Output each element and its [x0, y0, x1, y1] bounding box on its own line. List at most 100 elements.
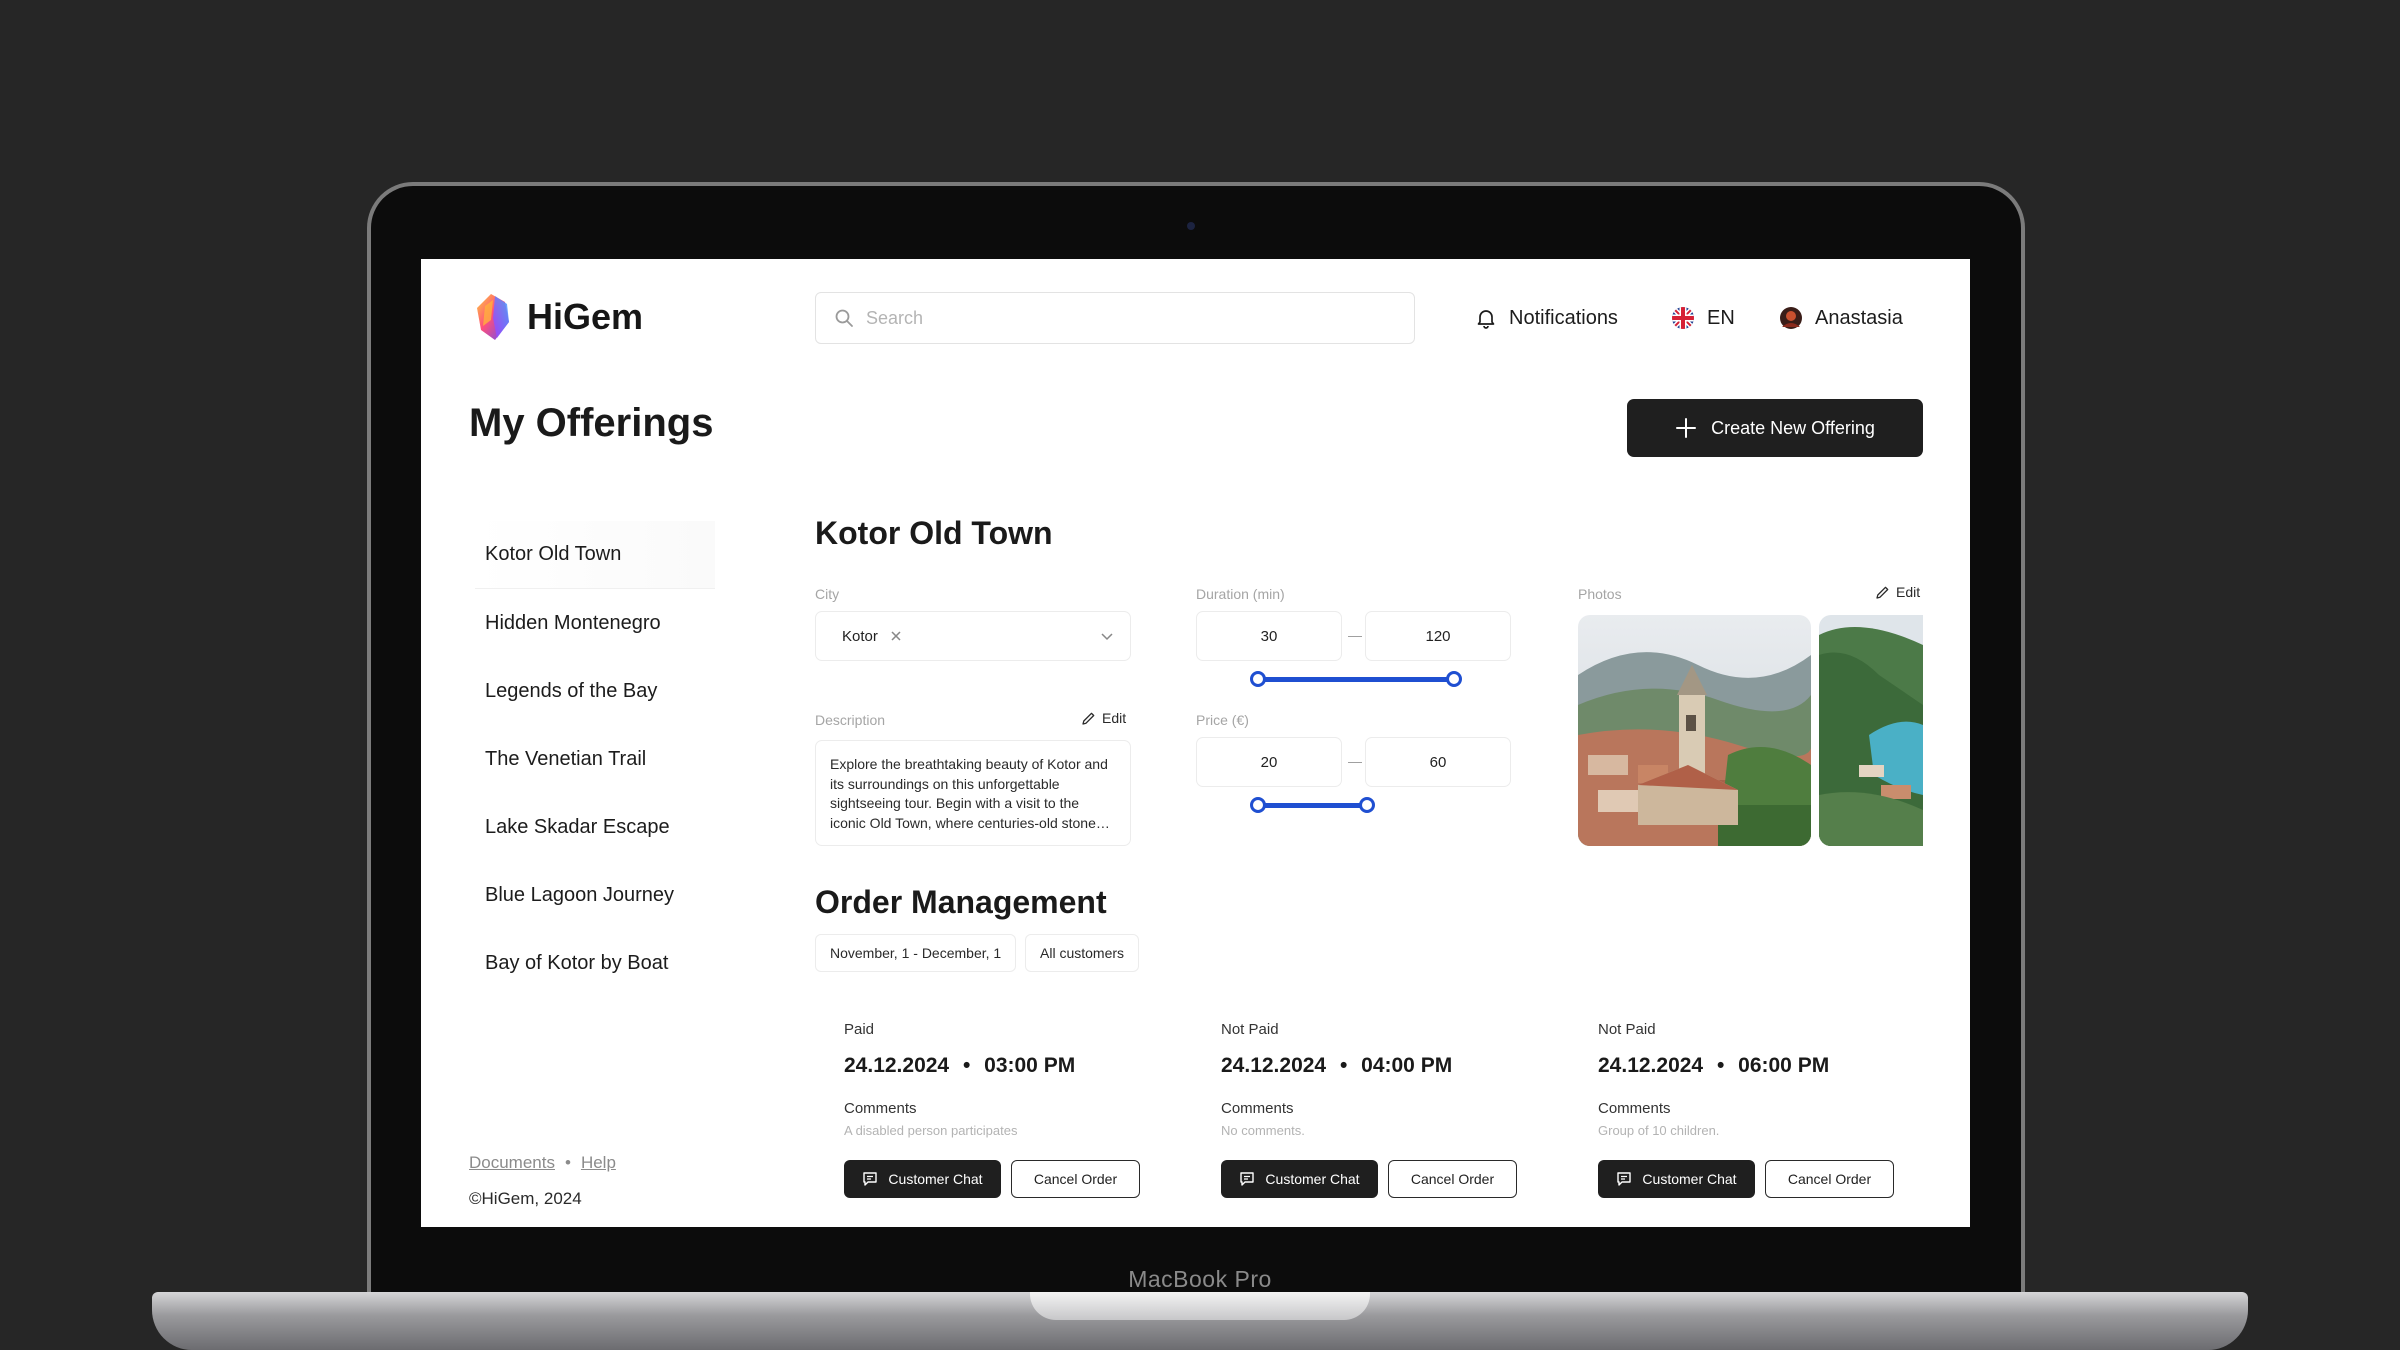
customer-chat-label: Customer Chat	[1265, 1171, 1360, 1187]
description-text: Explore the breathtaking beauty of Kotor…	[830, 756, 1110, 831]
duration-slider-track[interactable]	[1259, 677, 1456, 682]
price-max-handle[interactable]	[1359, 797, 1375, 813]
sidebar-item-lake-skadar-escape[interactable]: Lake Skadar Escape	[475, 793, 715, 861]
description-label: Description	[815, 712, 886, 728]
sidebar-item-label: Legends of the Bay	[485, 679, 658, 702]
price-min-input[interactable]: 20	[1196, 737, 1342, 787]
photo-kotor-bay[interactable]	[1819, 615, 1923, 846]
description-box[interactable]: Explore the breathtaking beauty of Kotor…	[815, 740, 1131, 846]
offering-title: Kotor Old Town	[815, 515, 1053, 551]
order-comment: No comments.	[1221, 1123, 1305, 1138]
edit-label: Edit	[1102, 710, 1127, 726]
cancel-order-label: Cancel Order	[1787, 1171, 1872, 1187]
webcam	[1187, 222, 1195, 230]
order-time: 03:00 PM	[984, 1054, 1076, 1077]
customer-chat-button[interactable]: Customer Chat	[1598, 1160, 1755, 1198]
duration-max-value: 120	[1425, 627, 1451, 645]
description-edit-button[interactable]: Edit	[1081, 710, 1126, 726]
search-input[interactable]	[866, 307, 1386, 329]
sidebar-item-kotor-old-town[interactable]: Kotor Old Town	[475, 521, 715, 589]
order-comment: A disabled person participates	[844, 1123, 1018, 1138]
sidebar-item-label: Lake Skadar Escape	[485, 815, 670, 838]
customer-chat-button[interactable]: Customer Chat	[1221, 1160, 1378, 1198]
chat-icon	[1240, 1172, 1255, 1186]
documents-link[interactable]: Documents	[469, 1153, 555, 1173]
notifications-button[interactable]: Notifications	[1475, 301, 1618, 335]
pencil-icon	[1082, 712, 1095, 725]
order-bullet: •	[962, 1054, 971, 1077]
price-label: Price (€)	[1196, 712, 1249, 728]
help-link[interactable]: Help	[581, 1153, 616, 1173]
customer-chat-button[interactable]: Customer Chat	[844, 1160, 1001, 1198]
order-management-title: Order Management	[815, 884, 1107, 920]
order-comment: Group of 10 children.	[1598, 1123, 1720, 1138]
price-min-handle[interactable]	[1250, 797, 1266, 813]
chat-icon	[863, 1172, 878, 1186]
duration-max-handle[interactable]	[1446, 671, 1462, 687]
cancel-order-label: Cancel Order	[1033, 1171, 1118, 1187]
price-max-value: 60	[1429, 753, 1447, 771]
create-offering-label: Create New Offering	[1711, 417, 1875, 438]
order-status: Not Paid	[1598, 1021, 1656, 1038]
order-status: Paid	[844, 1021, 875, 1038]
order-date: 24.12.2024	[1598, 1054, 1704, 1077]
photos-edit-button[interactable]: Edit	[1875, 584, 1920, 600]
comments-label: Comments	[844, 1100, 917, 1117]
device-label: MacBook Pro	[1128, 1266, 1272, 1292]
photo-kotor-church-image	[1578, 615, 1811, 846]
cancel-order-button[interactable]: Cancel Order	[1011, 1160, 1140, 1198]
price-max-input[interactable]: 60	[1365, 737, 1511, 787]
customer-chat-label: Customer Chat	[1642, 1171, 1737, 1187]
language-label: EN	[1707, 306, 1735, 329]
language-selector[interactable]: EN	[1671, 301, 1735, 335]
sidebar-item-label: Hidden Montenegro	[485, 611, 661, 634]
user-menu[interactable]: Anastasia	[1779, 301, 1903, 335]
customer-chat-label: Customer Chat	[888, 1171, 983, 1187]
sidebar-item-bay-of-kotor-by-boat[interactable]: Bay of Kotor by Boat	[475, 929, 715, 997]
search-bar[interactable]	[815, 292, 1415, 344]
order-card: Paid 24.12.2024 • 03:00 PM Comments A di…	[844, 1021, 1174, 1198]
laptop-notch	[1030, 1292, 1370, 1320]
date-range-filter[interactable]: November, 1 - December, 1	[815, 934, 1017, 972]
sidebar-item-blue-lagoon-journey[interactable]: Blue Lagoon Journey	[475, 861, 715, 929]
order-datetime: 24.12.2024 • 06:00 PM	[1598, 1054, 1928, 1078]
chat-icon	[1617, 1172, 1632, 1186]
order-card: Not Paid 24.12.2024 • 06:00 PM Comments …	[1598, 1021, 1928, 1198]
duration-min-input[interactable]: 30	[1196, 611, 1342, 661]
sidebar-item-legends-of-the-bay[interactable]: Legends of the Bay	[475, 657, 715, 725]
date-range-label: November, 1 - December, 1	[830, 945, 1002, 961]
pencil-icon	[1876, 586, 1889, 599]
duration-dash: —	[1348, 627, 1362, 643]
photo-kotor-church[interactable]	[1578, 615, 1811, 846]
city-select[interactable]: Kotor	[815, 611, 1131, 661]
bell-icon	[1477, 310, 1495, 329]
price-dash: —	[1348, 753, 1362, 769]
create-offering-button[interactable]: Create New Offering	[1627, 399, 1923, 457]
uk-flag-icon	[1672, 307, 1694, 329]
sidebar-item-label: Kotor Old Town	[485, 543, 622, 565]
notifications-label: Notifications	[1509, 306, 1618, 329]
footer-separator: •	[564, 1153, 571, 1172]
sidebar-item-hidden-montenegro[interactable]: Hidden Montenegro	[475, 589, 715, 657]
gem-logo-icon	[477, 294, 509, 340]
sidebar-item-the-venetian-trail[interactable]: The Venetian Trail	[475, 725, 715, 793]
search-icon	[835, 309, 853, 327]
price-slider-track[interactable]	[1259, 803, 1369, 808]
cancel-order-button[interactable]: Cancel Order	[1388, 1160, 1517, 1198]
footer-links: Documents • Help	[469, 1153, 616, 1173]
sidebar-item-label: Bay of Kotor by Boat	[485, 951, 669, 974]
city-label: City	[815, 586, 840, 602]
clear-icon[interactable]	[890, 630, 902, 642]
chevron-down-icon	[1101, 633, 1113, 641]
customer-filter[interactable]: All customers	[1025, 934, 1140, 972]
sidebar-item-label: The Venetian Trail	[485, 747, 647, 770]
price-min-value: 20	[1260, 753, 1278, 771]
comments-label: Comments	[1598, 1100, 1671, 1117]
cancel-order-button[interactable]: Cancel Order	[1765, 1160, 1894, 1198]
duration-max-input[interactable]: 120	[1365, 611, 1511, 661]
duration-min-handle[interactable]	[1250, 671, 1266, 687]
brand-logo[interactable]: HiGem	[475, 292, 643, 342]
sidebar-item-label: Blue Lagoon Journey	[485, 883, 675, 906]
order-bullet: •	[1339, 1054, 1348, 1077]
order-date: 24.12.2024	[1221, 1054, 1327, 1077]
